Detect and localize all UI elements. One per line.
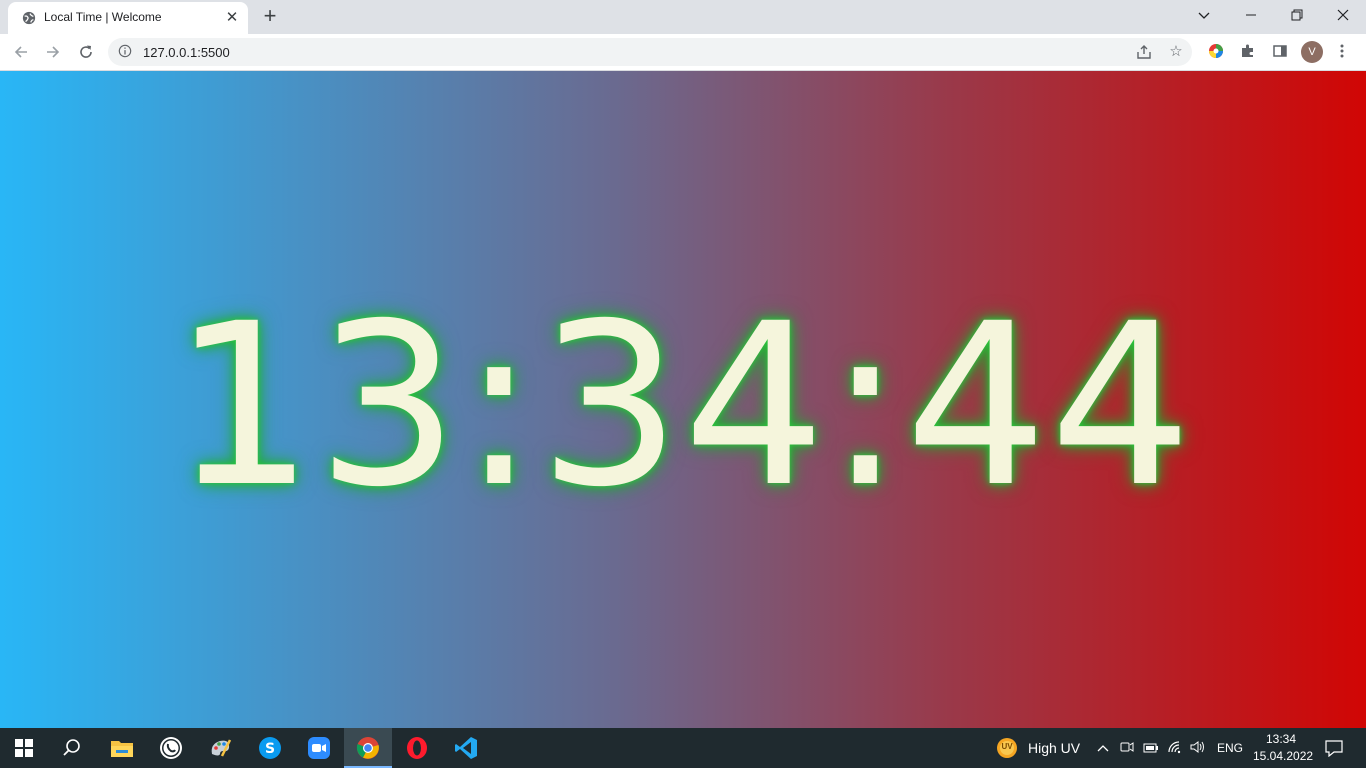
zoom-icon[interactable] xyxy=(295,728,343,768)
weather-sun-icon[interactable]: UV xyxy=(996,737,1018,759)
extensions-puzzle-icon[interactable] xyxy=(1239,43,1257,61)
close-window-button[interactable] xyxy=(1320,0,1366,30)
forward-icon[interactable] xyxy=(42,41,64,63)
new-tab-button[interactable]: + xyxy=(258,5,282,28)
tab-strip: Local Time | Welcome ✕ + xyxy=(0,0,1366,34)
taskbar: S UV High UV ENG 13:34 15.04.2022 xyxy=(0,728,1366,768)
back-icon[interactable] xyxy=(10,41,32,63)
share-icon[interactable] xyxy=(1135,43,1153,61)
tab-search-icon[interactable] xyxy=(1181,0,1227,30)
weather-text[interactable]: High UV xyxy=(1028,740,1080,756)
svg-text:S: S xyxy=(265,741,275,757)
language-indicator[interactable]: ENG xyxy=(1217,741,1243,755)
wifi-icon[interactable] xyxy=(1167,740,1183,756)
browser-toolbar: 127.0.0.1:5500 ☆ V xyxy=(0,34,1366,71)
clock-display: 13:34:44 xyxy=(171,275,1195,536)
side-panel-icon[interactable] xyxy=(1271,43,1289,61)
reload-icon[interactable] xyxy=(75,41,97,63)
chrome-icon[interactable] xyxy=(344,728,392,768)
taskbar-time[interactable]: 13:34 xyxy=(1266,732,1296,746)
search-icon[interactable] xyxy=(48,728,96,768)
url-text: 127.0.0.1:5500 xyxy=(143,45,230,60)
vscode-icon[interactable] xyxy=(442,728,490,768)
restore-button[interactable] xyxy=(1274,0,1320,30)
tab-title: Local Time | Welcome xyxy=(44,10,162,24)
notifications-icon[interactable] xyxy=(1325,739,1343,758)
battery-icon[interactable] xyxy=(1143,740,1159,756)
opera-icon[interactable] xyxy=(393,728,441,768)
whatsapp-icon[interactable] xyxy=(147,728,195,768)
bookmark-star-icon[interactable]: ☆ xyxy=(1167,43,1185,61)
show-hidden-icons-chevron-icon[interactable] xyxy=(1095,740,1111,756)
globe-icon xyxy=(22,11,36,25)
tab-close-icon[interactable]: ✕ xyxy=(224,10,240,26)
paint-icon[interactable] xyxy=(196,728,244,768)
minimize-button[interactable] xyxy=(1228,0,1274,30)
browser-tab[interactable]: Local Time | Welcome ✕ xyxy=(8,2,248,34)
page-background: 13:34:44 xyxy=(0,71,1366,728)
site-info-icon[interactable] xyxy=(118,44,132,58)
color-extension-icon[interactable] xyxy=(1207,43,1225,61)
weather-badge: UV xyxy=(1001,742,1013,751)
profile-avatar[interactable]: V xyxy=(1301,41,1323,63)
chrome-menu-icon[interactable] xyxy=(1333,43,1351,61)
meet-camera-icon[interactable] xyxy=(1119,740,1135,756)
file-explorer-icon[interactable] xyxy=(98,728,146,768)
skype-icon[interactable]: S xyxy=(246,728,294,768)
taskbar-date[interactable]: 15.04.2022 xyxy=(1253,749,1313,763)
address-bar[interactable]: 127.0.0.1:5500 ☆ xyxy=(108,38,1192,66)
volume-icon[interactable] xyxy=(1190,740,1206,756)
start-icon[interactable] xyxy=(0,728,48,768)
